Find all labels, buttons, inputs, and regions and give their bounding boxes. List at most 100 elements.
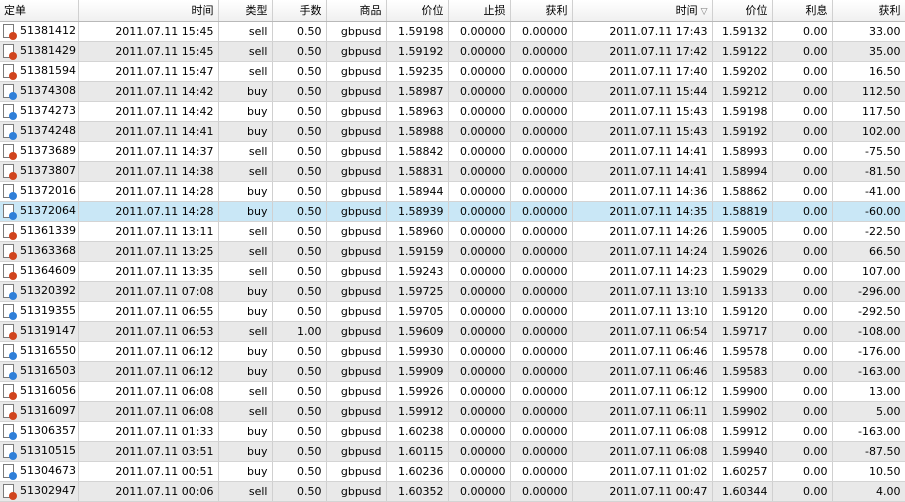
cell-order-id: 51372064: [20, 204, 76, 217]
col-header-stop-loss[interactable]: 止损: [448, 0, 511, 22]
table-row[interactable]: 51310515 2011.07.11 03:51 buy 0.50 gbpusd 1.6…: [0, 441, 905, 462]
cell-close-time: 2011.07.11 06:46: [572, 341, 713, 362]
cell-open-time: 2011.07.11 14:42: [78, 101, 219, 122]
cell-order-id: 51302947: [20, 484, 76, 497]
col-header-close-price[interactable]: 价位: [712, 0, 773, 22]
cell-close-price: 1.59717: [712, 321, 773, 342]
order-sell-icon: [3, 164, 17, 180]
account-history-table[interactable]: 定单 时间 类型 手数 商品 价位 止损 获利 时间 ▽ 价位 利息 获利 513…: [0, 0, 905, 502]
table-row[interactable]: 51372016 2011.07.11 14:28 buy 0.50 gbpusd 1.5…: [0, 181, 905, 202]
cell-swap: 0.00: [772, 481, 833, 502]
cell-order: 51316097: [0, 401, 79, 422]
table-row[interactable]: 51381412 2011.07.11 15:45 sell 0.50 gbpusd 1.…: [0, 21, 905, 42]
table-row[interactable]: 51319147 2011.07.11 06:53 sell 1.00 gbpusd 1.…: [0, 321, 905, 342]
cell-swap: 0.00: [772, 221, 833, 242]
cell-order-id: 51374273: [20, 104, 76, 117]
cell-stop-loss: 0.00000: [448, 61, 511, 82]
table-row[interactable]: 51316097 2011.07.11 06:08 sell 0.50 gbpusd 1.…: [0, 401, 905, 422]
table-row[interactable]: 51316550 2011.07.11 06:12 buy 0.50 gbpusd 1.5…: [0, 341, 905, 362]
order-sell-icon: [3, 404, 17, 420]
col-header-type[interactable]: 类型: [218, 0, 273, 22]
cell-swap: 0.00: [772, 201, 833, 222]
table-row[interactable]: 51306357 2011.07.11 01:33 buy 0.50 gbpusd 1.6…: [0, 421, 905, 442]
cell-symbol: gbpusd: [326, 481, 387, 502]
table-row[interactable]: 51364609 2011.07.11 13:35 sell 0.50 gbpusd 1.…: [0, 261, 905, 282]
cell-take-profit: 0.00000: [510, 381, 573, 402]
col-header-close-time[interactable]: 时间 ▽: [572, 0, 713, 22]
cell-swap: 0.00: [772, 141, 833, 162]
cell-profit: 16.50: [832, 61, 905, 82]
cell-lots: 1.00: [272, 321, 327, 342]
cell-close-time: 2011.07.11 14:24: [572, 241, 713, 262]
cell-order: 51304673: [0, 461, 79, 482]
cell-close-time: 2011.07.11 14:35: [572, 201, 713, 222]
cell-close-time: 2011.07.11 15:43: [572, 101, 713, 122]
table-row[interactable]: 51320392 2011.07.11 07:08 buy 0.50 gbpusd 1.5…: [0, 281, 905, 302]
cell-take-profit: 0.00000: [510, 261, 573, 282]
table-row[interactable]: 51373807 2011.07.11 14:38 sell 0.50 gbpusd 1.…: [0, 161, 905, 182]
cell-close-price: 1.58819: [712, 201, 773, 222]
cell-order-id: 51364609: [20, 264, 76, 277]
cell-lots: 0.50: [272, 121, 327, 142]
cell-take-profit: 0.00000: [510, 21, 573, 42]
cell-close-price: 1.59912: [712, 421, 773, 442]
table-row[interactable]: 51302947 2011.07.11 00:06 sell 0.50 gbpusd 1.…: [0, 481, 905, 502]
col-header-open-price[interactable]: 价位: [386, 0, 449, 22]
table-row[interactable]: 51372064 2011.07.11 14:28 buy 0.50 gbpusd 1.5…: [0, 201, 905, 222]
cell-stop-loss: 0.00000: [448, 481, 511, 502]
col-header-symbol[interactable]: 商品: [326, 0, 387, 22]
cell-close-price: 1.59026: [712, 241, 773, 262]
cell-lots: 0.50: [272, 241, 327, 262]
table-row[interactable]: 51381594 2011.07.11 15:47 sell 0.50 gbpusd 1.…: [0, 61, 905, 82]
cell-swap: 0.00: [772, 41, 833, 62]
cell-close-time: 2011.07.11 06:08: [572, 441, 713, 462]
cell-profit: 13.00: [832, 381, 905, 402]
col-header-take-profit[interactable]: 获利: [510, 0, 573, 22]
cell-lots: 0.50: [272, 461, 327, 482]
table-row[interactable]: 51381429 2011.07.11 15:45 sell 0.50 gbpusd 1.…: [0, 41, 905, 62]
table-row[interactable]: 51304673 2011.07.11 00:51 buy 0.50 gbpusd 1.6…: [0, 461, 905, 482]
table-row[interactable]: 51374273 2011.07.11 14:42 buy 0.50 gbpusd 1.5…: [0, 101, 905, 122]
cell-stop-loss: 0.00000: [448, 321, 511, 342]
cell-close-price: 1.60344: [712, 481, 773, 502]
table-row[interactable]: 51373689 2011.07.11 14:37 sell 0.50 gbpusd 1.…: [0, 141, 905, 162]
cell-open-price: 1.60115: [386, 441, 449, 462]
cell-symbol: gbpusd: [326, 121, 387, 142]
cell-type: buy: [218, 201, 273, 222]
cell-type: buy: [218, 461, 273, 482]
cell-lots: 0.50: [272, 161, 327, 182]
order-sell-icon: [3, 264, 17, 280]
table-row[interactable]: 51363368 2011.07.11 13:25 sell 0.50 gbpusd 1.…: [0, 241, 905, 262]
table-row[interactable]: 51316056 2011.07.11 06:08 sell 0.50 gbpusd 1.…: [0, 381, 905, 402]
cell-stop-loss: 0.00000: [448, 161, 511, 182]
cell-take-profit: 0.00000: [510, 401, 573, 422]
cell-close-price: 1.59005: [712, 221, 773, 242]
cell-profit: 117.50: [832, 101, 905, 122]
table-row[interactable]: 51319355 2011.07.11 06:55 buy 0.50 gbpusd 1.5…: [0, 301, 905, 322]
col-header-lots[interactable]: 手数: [272, 0, 327, 22]
table-row[interactable]: 51374248 2011.07.11 14:41 buy 0.50 gbpusd 1.5…: [0, 121, 905, 142]
table-row[interactable]: 51361339 2011.07.11 13:11 sell 0.50 gbpusd 1.…: [0, 221, 905, 242]
cell-symbol: gbpusd: [326, 21, 387, 42]
cell-profit: 10.50: [832, 461, 905, 482]
cell-open-price: 1.58987: [386, 81, 449, 102]
table-row[interactable]: 51374308 2011.07.11 14:42 buy 0.50 gbpusd 1.5…: [0, 81, 905, 102]
cell-open-time: 2011.07.11 13:11: [78, 221, 219, 242]
cell-close-time: 2011.07.11 06:08: [572, 421, 713, 442]
cell-stop-loss: 0.00000: [448, 461, 511, 482]
cell-type: sell: [218, 61, 273, 82]
col-header-swap[interactable]: 利息: [772, 0, 833, 22]
cell-symbol: gbpusd: [326, 281, 387, 302]
order-buy-icon: [3, 284, 17, 300]
col-header-order[interactable]: 定单: [0, 0, 79, 22]
col-header-open-time[interactable]: 时间: [78, 0, 219, 22]
order-buy-icon: [3, 444, 17, 460]
cell-close-price: 1.59122: [712, 41, 773, 62]
cell-profit: 35.00: [832, 41, 905, 62]
cell-open-time: 2011.07.11 14:28: [78, 181, 219, 202]
cell-symbol: gbpusd: [326, 401, 387, 422]
cell-take-profit: 0.00000: [510, 341, 573, 362]
cell-take-profit: 0.00000: [510, 321, 573, 342]
col-header-profit[interactable]: 获利: [832, 0, 905, 22]
table-row[interactable]: 51316503 2011.07.11 06:12 buy 0.50 gbpusd 1.5…: [0, 361, 905, 382]
